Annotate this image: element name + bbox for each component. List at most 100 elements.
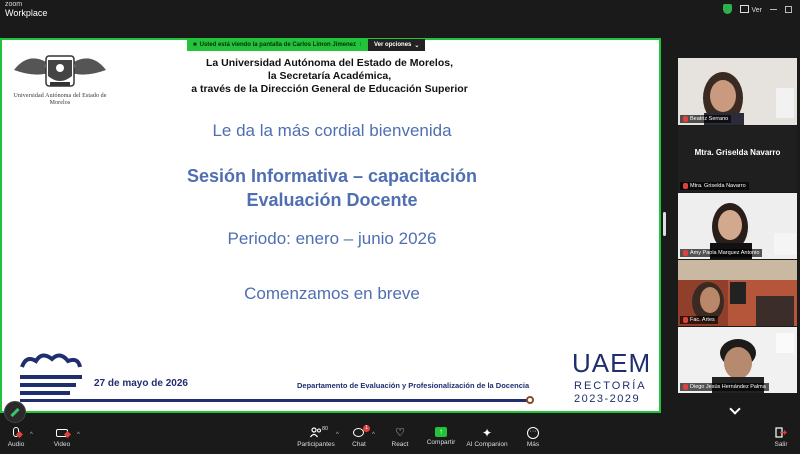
leave-icon: [775, 427, 787, 439]
slide-header: La Universidad Autónoma del Estado de Mo…: [152, 57, 507, 95]
participant-name-label: Beatriz Serrano: [680, 115, 732, 123]
leave-button[interactable]: Salir: [772, 427, 790, 448]
presentation-slide: Universidad Autónoma del Estado de Morel…: [2, 40, 659, 411]
chevron-down-icon: ⌄: [414, 42, 420, 49]
mic-muted-icon: [683, 317, 688, 323]
share-banner: ■ Usted está viendo la pantalla de Carlo…: [187, 39, 426, 51]
mic-muted-icon: [683, 250, 688, 256]
video-label: Video: [53, 441, 71, 448]
participant-tile[interactable]: Mtra. Griselda Navarro Mtra. Griselda Na…: [678, 126, 797, 192]
heart-icon: ♡: [395, 427, 405, 439]
view-options-button[interactable]: Ver opciones ⌄: [368, 39, 426, 51]
wave-logo: [20, 353, 82, 395]
participants-options-caret[interactable]: ^: [336, 432, 339, 438]
starting-soon-text: Comenzamos en breve: [244, 284, 420, 303]
video-button[interactable]: Video: [51, 427, 73, 448]
participant-name: Mtra. Griselda Navarro: [690, 183, 746, 189]
participant-tile[interactable]: Diego Jesús Hernández Palma: [678, 327, 797, 393]
share-screen-button[interactable]: ↑ Compartir: [425, 427, 457, 446]
ai-companion-button[interactable]: ✦ AI Companion: [466, 427, 508, 448]
leave-label: Salir: [774, 441, 788, 448]
university-name: Universidad Autónoma del Estado de Morel…: [13, 93, 107, 106]
annotate-button[interactable]: [4, 401, 26, 423]
ai-sparkle-icon: ✦: [481, 426, 493, 440]
share-status-text: Usted está viendo la pantalla de Carlos …: [199, 42, 357, 48]
title-bar-controls: Ver: [723, 4, 792, 14]
session-title: Sesión Informativa – capacitación: [186, 166, 478, 186]
camera-icon: [56, 427, 72, 439]
mic-muted-icon: [683, 116, 688, 122]
mic-muted-icon: [683, 384, 688, 390]
participants-button[interactable]: 80 Participantes: [296, 426, 336, 448]
brand-zoom: zoom: [5, 1, 23, 8]
rectoria-years: 2023-2029: [574, 393, 641, 405]
pencil-icon: [10, 407, 20, 417]
react-button[interactable]: ♡ React: [390, 427, 410, 448]
panel-resize-handle[interactable]: [663, 212, 666, 236]
view-options-label: Ver opciones: [374, 42, 412, 48]
brand-workplace: Workplace: [5, 8, 48, 18]
video-options-caret[interactable]: ^: [77, 432, 80, 438]
session-subtitle: Evaluación Docente: [246, 190, 418, 210]
participant-name-label: Fac. Artes: [680, 316, 718, 324]
ai-label: AI Companion: [466, 441, 508, 448]
meeting-toolbar: Audio ^ Video ^ 80 Participantes ^ 1 Cha…: [0, 424, 800, 454]
footer-dot: [526, 396, 534, 404]
zoom-window: zoom Workplace Ver ■ Usted está viendo l…: [0, 0, 800, 454]
people-icon: 80: [310, 426, 328, 439]
period-text: Periodo: enero – junio 2026: [227, 229, 437, 248]
chat-button[interactable]: 1 Chat: [350, 425, 370, 448]
university-crest-logo: [14, 55, 106, 87]
participant-name-label: Diego Jesús Hernández Palma: [680, 383, 769, 391]
share-screen-icon: ↑: [435, 427, 447, 437]
participant-name: Diego Jesús Hernández Palma: [690, 384, 766, 390]
uaem-logo: UAEM: [572, 348, 652, 378]
title-bar: zoom Workplace Ver: [0, 0, 800, 20]
chevron-down-icon[interactable]: [729, 403, 741, 415]
participant-tile[interactable]: Amy Paola Marquez Antonio: [678, 193, 797, 259]
participants-count: 80: [322, 426, 329, 432]
participant-tile[interactable]: Beatriz Serrano: [678, 58, 797, 125]
shield-icon[interactable]: [723, 4, 733, 14]
participant-name: Fac. Artes: [690, 317, 715, 323]
maximize-icon[interactable]: [785, 5, 792, 13]
participant-name: Amy Paola Marquez Antonio: [690, 250, 760, 256]
react-label: React: [391, 441, 409, 448]
mic-muted-icon: [683, 183, 688, 189]
pin-icon: ↑: [359, 42, 363, 48]
mic-icon: [10, 427, 24, 439]
audio-label: Audio: [7, 441, 25, 448]
participant-name-label: Amy Paola Marquez Antonio: [680, 249, 763, 257]
more-icon: ···: [527, 427, 539, 439]
share-status: ■ Usted está viendo la pantalla de Carlo…: [187, 39, 369, 51]
participant-tile[interactable]: Fac. Artes: [678, 260, 797, 326]
header-line: La Universidad Autónoma del Estado de Mo…: [206, 57, 453, 69]
chat-badge: 1: [363, 425, 370, 432]
minimize-icon[interactable]: [770, 8, 777, 10]
participant-name-label: Mtra. Griselda Navarro: [680, 182, 749, 190]
audio-button[interactable]: Audio: [5, 427, 27, 448]
shared-screen: Universidad Autónoma del Estado de Morel…: [0, 38, 661, 413]
more-button[interactable]: ··· Más: [525, 427, 541, 448]
view-button[interactable]: Ver: [740, 4, 762, 14]
chat-label: Chat: [352, 441, 366, 448]
participants-label: Participantes: [297, 441, 335, 448]
grid-icon: [740, 4, 750, 13]
department-name: Departamento de Evaluación y Profesional…: [297, 381, 530, 390]
app-brand: zoom Workplace: [5, 1, 47, 18]
welcome-text: Le da la más cordial bienvenida: [212, 121, 452, 140]
event-date: 27 de mayo de 2026: [94, 378, 188, 389]
header-line: a través de la Dirección General de Educ…: [191, 82, 468, 95]
share-label: Compartir: [426, 439, 456, 446]
rectoria-text: RECTORÍA: [574, 380, 647, 392]
more-label: Más: [526, 441, 540, 448]
participant-name: Beatriz Serrano: [690, 116, 729, 122]
participant-display-name: Mtra. Griselda Navarro: [694, 148, 781, 157]
audio-options-caret[interactable]: ^: [30, 432, 33, 438]
chat-options-caret[interactable]: ^: [372, 432, 375, 438]
footer-rule: [20, 399, 532, 402]
header-line: la Secretaría Académica,: [267, 69, 392, 82]
share-status-icon: ■: [193, 42, 197, 48]
view-label: Ver: [751, 6, 762, 14]
chat-icon: 1: [353, 425, 370, 439]
